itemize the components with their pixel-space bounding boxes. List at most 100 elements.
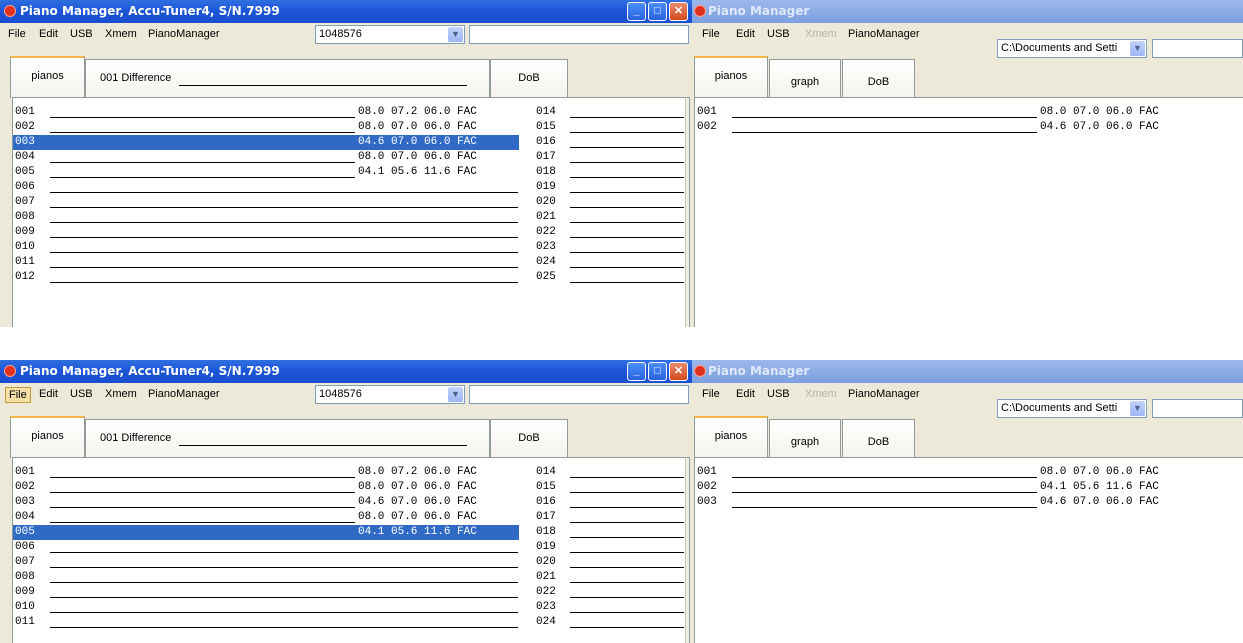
list-item[interactable]: 021	[536, 570, 686, 585]
tab-dob[interactable]: DoB	[490, 419, 568, 457]
list-item[interactable]: 023	[536, 600, 686, 615]
tab-pianos[interactable]: pianos	[10, 56, 85, 98]
list-item[interactable]: 005 04.1 05.6 11.6 FAC	[13, 525, 519, 540]
list-item-number: 019	[536, 541, 556, 553]
menu-edit[interactable]: Edit	[733, 387, 758, 403]
list-item[interactable]: 012	[13, 270, 519, 285]
menu-edit[interactable]: Edit	[36, 27, 61, 43]
list-item[interactable]: 003 04.6 07.0 06.0 FAC	[13, 135, 519, 150]
chevron-down-icon[interactable]: ▼	[448, 27, 463, 42]
list-item[interactable]: 004 08.0 07.0 06.0 FAC	[13, 150, 519, 165]
tab-difference[interactable]: 001 Difference	[85, 419, 490, 457]
list-item[interactable]: 024	[536, 615, 686, 630]
list-item[interactable]: 017	[536, 510, 686, 525]
list-item[interactable]: 010	[13, 240, 519, 255]
list-item[interactable]: 005 04.1 05.6 11.6 FAC	[13, 165, 519, 180]
list-item[interactable]: 001 08.0 07.2 06.0 FAC	[13, 105, 519, 120]
list-item[interactable]: 002 04.1 05.6 11.6 FAC	[695, 480, 1243, 495]
list-item[interactable]: 020	[536, 555, 686, 570]
list-item[interactable]: 017	[536, 150, 686, 165]
memory-size-select[interactable]: 1048576 ▼	[315, 385, 465, 404]
list-item-number: 023	[536, 241, 556, 253]
list-item[interactable]: 023	[536, 240, 686, 255]
list-item[interactable]: 011	[13, 255, 519, 270]
menu-edit[interactable]: Edit	[36, 387, 61, 403]
list-item[interactable]: 020	[536, 195, 686, 210]
text-input[interactable]	[469, 25, 689, 44]
menu-file[interactable]: File	[699, 387, 723, 403]
list-item[interactable]: 004 08.0 07.0 06.0 FAC	[13, 510, 519, 525]
list-item[interactable]: 002 08.0 07.0 06.0 FAC	[13, 480, 519, 495]
list-item[interactable]: 014	[536, 105, 686, 120]
list-item[interactable]: 009	[13, 585, 519, 600]
menu-xmem[interactable]: Xmem	[102, 387, 140, 403]
menu-piano-manager[interactable]: PianoManager	[845, 387, 923, 403]
menu-piano-manager[interactable]: PianoManager	[845, 27, 923, 43]
list-item[interactable]: 002 04.6 07.0 06.0 FAC	[695, 120, 1243, 135]
title-bar[interactable]: Piano Manager	[692, 360, 1243, 383]
list-item[interactable]: 007	[13, 195, 519, 210]
list-item[interactable]: 022	[536, 585, 686, 600]
maximize-button[interactable]: □	[648, 2, 667, 21]
list-item[interactable]: 001 08.0 07.0 06.0 FAC	[695, 465, 1243, 480]
menu-file[interactable]: File	[699, 27, 723, 43]
list-item[interactable]: 001 08.0 07.2 06.0 FAC	[13, 465, 519, 480]
title-bar[interactable]: Piano Manager, Accu-Tuner4, S/N.7999 _ □…	[0, 360, 692, 383]
list-item[interactable]: 010	[13, 600, 519, 615]
tab-pianos[interactable]: pianos	[694, 56, 768, 98]
close-button[interactable]: ✕	[669, 2, 688, 21]
tab-difference[interactable]: 001 Difference	[85, 59, 490, 97]
close-button[interactable]: ✕	[669, 362, 688, 381]
tab-pianos[interactable]: pianos	[694, 416, 768, 458]
list-item[interactable]: 006	[13, 540, 519, 555]
tab-dob[interactable]: DoB	[490, 59, 568, 97]
menu-xmem[interactable]: Xmem	[102, 27, 140, 43]
tab-graph[interactable]: graph	[769, 59, 841, 97]
menu-usb[interactable]: USB	[67, 387, 96, 403]
list-item[interactable]: 016	[536, 495, 686, 510]
list-item[interactable]: 003 04.6 07.0 06.0 FAC	[13, 495, 519, 510]
list-item[interactable]: 003 04.6 07.0 06.0 FAC	[695, 495, 1243, 510]
menu-usb[interactable]: USB	[67, 27, 96, 43]
chevron-down-icon[interactable]: ▼	[448, 387, 463, 402]
list-item[interactable]: 014	[536, 465, 686, 480]
list-item[interactable]: 021	[536, 210, 686, 225]
maximize-button[interactable]: □	[648, 362, 667, 381]
minimize-button[interactable]: _	[627, 362, 646, 381]
list-item[interactable]: 006	[13, 180, 519, 195]
list-item[interactable]: 015	[536, 480, 686, 495]
tab-dob[interactable]: DoB	[842, 419, 915, 457]
text-input[interactable]	[469, 385, 689, 404]
menu-file[interactable]: File	[5, 27, 29, 43]
list-item[interactable]: 008	[13, 570, 519, 585]
menu-edit[interactable]: Edit	[733, 27, 758, 43]
list-item[interactable]: 024	[536, 255, 686, 270]
tab-pianos[interactable]: pianos	[10, 416, 85, 458]
list-item[interactable]: 001 08.0 07.0 06.0 FAC	[695, 105, 1243, 120]
menu-piano-manager[interactable]: PianoManager	[145, 387, 223, 403]
list-item[interactable]: 002 08.0 07.0 06.0 FAC	[13, 120, 519, 135]
list-item[interactable]: 019	[536, 180, 686, 195]
list-item[interactable]: 018	[536, 165, 686, 180]
list-item[interactable]: 019	[536, 540, 686, 555]
menu-piano-manager[interactable]: PianoManager	[145, 27, 223, 43]
minimize-button[interactable]: _	[627, 2, 646, 21]
list-item[interactable]: 022	[536, 225, 686, 240]
memory-size-select[interactable]: 1048576 ▼	[315, 25, 465, 44]
list-item[interactable]: 009	[13, 225, 519, 240]
list-item[interactable]: 025	[536, 270, 686, 285]
list-item[interactable]: 015	[536, 120, 686, 135]
title-bar[interactable]: Piano Manager	[692, 0, 1243, 23]
list-item[interactable]: 008	[13, 210, 519, 225]
tab-graph[interactable]: graph	[769, 419, 841, 457]
menu-usb[interactable]: USB	[764, 27, 793, 43]
title-bar[interactable]: Piano Manager, Accu-Tuner4, S/N.7999 _ □…	[0, 0, 692, 23]
list-item[interactable]: 007	[13, 555, 519, 570]
tab-dob[interactable]: DoB	[842, 59, 915, 97]
list-item[interactable]: 016	[536, 135, 686, 150]
minimize-icon: _	[633, 5, 640, 17]
menu-file[interactable]: File	[5, 387, 31, 403]
menu-usb[interactable]: USB	[764, 387, 793, 403]
list-item[interactable]: 011	[13, 615, 519, 630]
list-item[interactable]: 018	[536, 525, 686, 540]
